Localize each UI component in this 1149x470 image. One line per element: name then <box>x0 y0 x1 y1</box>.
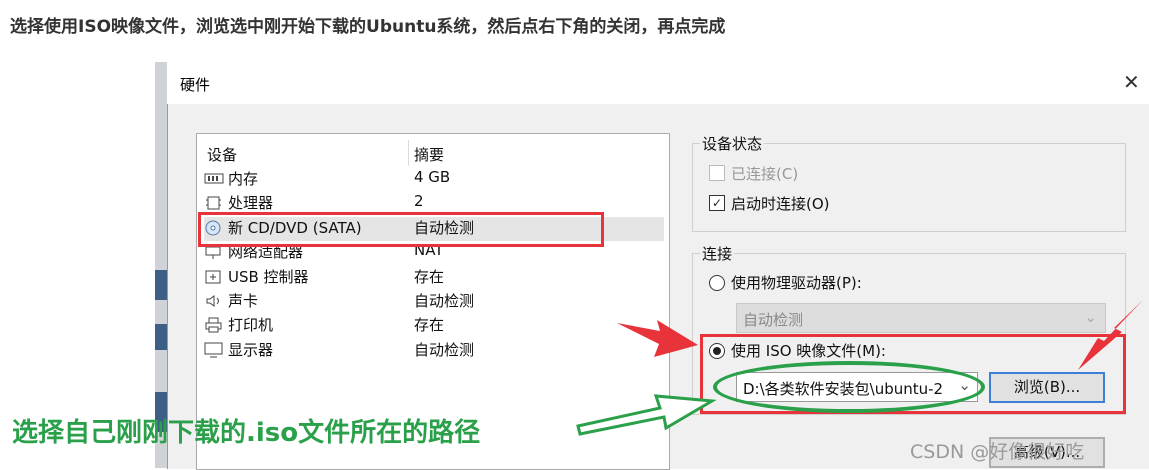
csdn-watermark: CSDN @好像很好吃 <box>910 441 1085 463</box>
green-annotation-text: 选择自己刚刚下载的.iso文件所在的路径 <box>12 418 481 448</box>
red-arrow-right <box>1078 300 1143 370</box>
red-arrow-left <box>617 320 698 357</box>
annotation-arrows <box>576 300 1143 436</box>
green-arrow <box>576 394 717 436</box>
